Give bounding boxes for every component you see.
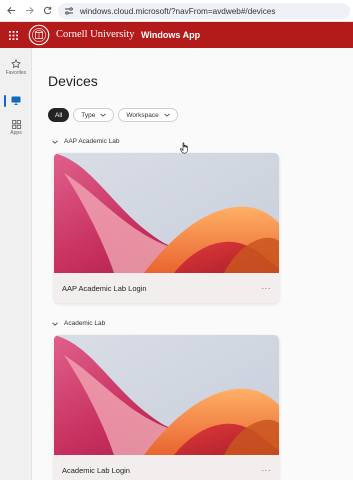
filter-all-chip[interactable]: All <box>48 108 70 122</box>
browser-toolbar: windows.cloud.microsoft/?navFrom=avdweb#… <box>0 0 353 22</box>
page-title: Devices <box>48 73 98 89</box>
forward-button[interactable] <box>20 0 38 22</box>
monitor-icon <box>11 96 21 105</box>
section-label: AAP Academic Lab <box>64 138 120 145</box>
device-card-aap-academic-lab[interactable]: AAP Academic Lab Login ··· <box>54 153 279 303</box>
chevron-down-icon <box>100 113 107 117</box>
chevron-down-icon <box>52 140 58 144</box>
rail-label-favorites: Favorites <box>5 70 27 76</box>
filter-type-label: Type <box>81 111 96 119</box>
university-name: Cornell University <box>56 29 135 40</box>
app-launcher-button[interactable] <box>3 22 23 48</box>
device-wallpaper-image <box>54 153 279 273</box>
app-title: Windows App <box>141 30 201 40</box>
filter-workspace-dropdown[interactable]: Workspace <box>118 108 178 122</box>
address-bar[interactable]: windows.cloud.microsoft/?navFrom=avdweb#… <box>58 3 350 19</box>
filter-type-dropdown[interactable]: Type <box>73 108 115 122</box>
section-label: Academic Lab <box>64 320 106 327</box>
apps-grid-icon <box>11 120 21 129</box>
card-title: AAP Academic Lab Login <box>62 283 147 293</box>
reload-button[interactable] <box>38 0 56 22</box>
waffle-icon <box>8 30 18 40</box>
device-card-academic-lab[interactable]: Academic Lab Login ··· <box>54 335 279 480</box>
main-content: Devices All Type Workspace AAP Academic … <box>33 48 353 480</box>
card-footer: Academic Lab Login ··· <box>54 455 279 480</box>
cornell-seal-logo <box>28 24 50 46</box>
card-footer: AAP Academic Lab Login ··· <box>54 273 279 303</box>
device-wallpaper-image <box>54 335 279 455</box>
filter-bar: All Type Workspace <box>48 108 178 122</box>
active-indicator <box>4 95 6 107</box>
section-header-aap-academic-lab[interactable]: AAP Academic Lab <box>52 138 120 145</box>
back-button[interactable] <box>2 0 20 22</box>
filter-workspace-label: Workspace <box>126 111 159 119</box>
chevron-down-icon <box>52 322 58 326</box>
more-options-icon[interactable]: ··· <box>262 466 272 475</box>
card-title: Academic Lab Login <box>62 465 130 475</box>
rail-item-apps[interactable]: Apps <box>0 120 32 136</box>
rail-label-apps: Apps <box>10 130 22 136</box>
rail-item-devices[interactable] <box>0 91 32 111</box>
forward-arrow-icon <box>25 6 34 15</box>
hand-cursor-icon <box>180 142 188 154</box>
reload-icon <box>43 6 51 15</box>
section-header-academic-lab[interactable]: Academic Lab <box>52 320 105 327</box>
chevron-down-icon <box>163 113 170 117</box>
left-navigation-rail: Favorites Apps <box>0 48 32 480</box>
more-options-icon[interactable]: ··· <box>262 284 272 293</box>
back-arrow-icon <box>6 6 15 15</box>
url-text: windows.cloud.microsoft/?navFrom=avdweb#… <box>80 6 276 16</box>
app-header: Cornell University Windows App <box>0 22 353 48</box>
site-settings-icon[interactable] <box>64 6 74 16</box>
star-icon <box>11 59 21 69</box>
rail-item-favorites[interactable]: Favorites <box>0 59 32 76</box>
